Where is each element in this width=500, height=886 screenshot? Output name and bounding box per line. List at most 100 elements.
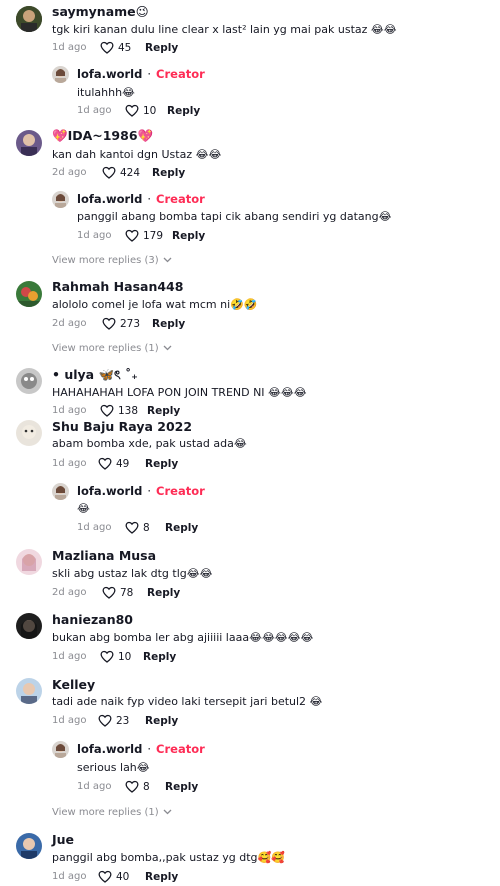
comment-time: 1d ago <box>52 42 87 53</box>
heart-icon <box>102 317 116 330</box>
like-button[interactable]: 8 <box>125 780 150 793</box>
comment-time: 1d ago <box>52 715 87 726</box>
commenter-name[interactable]: lofa.world · Creator <box>77 192 205 206</box>
like-button[interactable]: 179 <box>125 229 163 242</box>
reply-button[interactable]: Reply <box>165 522 198 534</box>
avatar[interactable] <box>16 833 42 859</box>
comment-time: 1d ago <box>52 405 87 416</box>
heart-icon <box>100 404 114 417</box>
like-count: 40 <box>116 870 130 883</box>
commenter-name[interactable]: lofa.world · Creator <box>77 484 205 498</box>
like-button[interactable]: 45 <box>100 41 131 54</box>
heart-icon <box>98 714 112 727</box>
like-button[interactable]: 10 <box>100 650 131 663</box>
avatar[interactable] <box>16 281 42 307</box>
avatar[interactable] <box>16 368 42 394</box>
avatar[interactable] <box>16 549 42 575</box>
commenter-name[interactable]: Shu Baju Raya 2022 <box>52 419 192 434</box>
reply-button[interactable]: Reply <box>145 715 178 727</box>
view-more-label: View more replies (1) <box>52 343 159 354</box>
like-button[interactable]: 10 <box>125 104 156 117</box>
like-count: 10 <box>143 104 157 117</box>
view-more-replies[interactable]: View more replies (3) <box>52 255 172 266</box>
view-more-replies[interactable]: View more replies (1) <box>52 343 172 354</box>
comment-text: panggil abg bomba,,pak ustaz yg dtg🥰🥰 <box>52 851 285 864</box>
avatar[interactable] <box>16 130 42 156</box>
creator-name[interactable]: lofa.world <box>77 742 142 756</box>
avatar[interactable] <box>16 420 42 446</box>
chevron-down-icon <box>163 255 172 266</box>
comment-text: serious lah😂 <box>77 761 150 774</box>
reply-button[interactable]: Reply <box>172 230 205 242</box>
creator-badge: Creator <box>156 742 205 756</box>
avatar[interactable] <box>16 613 42 639</box>
comment-time: 1d ago <box>52 651 87 662</box>
separator: · <box>147 484 152 498</box>
like-count: 45 <box>118 41 132 54</box>
avatar[interactable] <box>52 741 69 758</box>
like-button[interactable]: 8 <box>125 521 150 534</box>
comment-time: 1d ago <box>77 105 112 116</box>
commenter-name[interactable]: Kelley <box>52 677 95 692</box>
commenter-name[interactable]: saymyname😉 <box>52 4 149 19</box>
like-button[interactable]: 40 <box>98 870 129 883</box>
avatar[interactable] <box>52 483 69 500</box>
comment-time: 1d ago <box>52 458 87 469</box>
avatar[interactable] <box>52 191 69 208</box>
reply-button[interactable]: Reply <box>145 871 178 883</box>
comment-time: 1d ago <box>77 522 112 533</box>
separator: · <box>147 67 152 81</box>
reply-button[interactable]: Reply <box>167 105 200 117</box>
like-count: 8 <box>143 780 150 793</box>
like-count: 138 <box>118 404 139 417</box>
heart-icon <box>125 104 139 117</box>
like-button[interactable]: 49 <box>98 457 129 470</box>
commenter-name[interactable]: 💖IDA~1986💖 <box>52 128 153 144</box>
creator-badge: Creator <box>156 484 205 498</box>
avatar[interactable] <box>16 678 42 704</box>
commenter-name[interactable]: Mazliana Musa <box>52 548 156 563</box>
reply-button[interactable]: Reply <box>152 318 185 330</box>
like-button[interactable]: 78 <box>102 586 133 599</box>
like-button[interactable]: 424 <box>102 166 140 179</box>
reply-button[interactable]: Reply <box>152 167 185 179</box>
creator-name[interactable]: lofa.world <box>77 67 142 81</box>
comment-text: itulahhh😂 <box>77 86 135 99</box>
creator-name[interactable]: lofa.world <box>77 484 142 498</box>
reply-button[interactable]: Reply <box>145 458 178 470</box>
heart-icon <box>100 650 114 663</box>
comment-text: alololo comel je lofa wat mcm ni🤣🤣 <box>52 298 258 311</box>
comment-time: 1d ago <box>77 781 112 792</box>
like-count: 273 <box>120 317 141 330</box>
view-more-label: View more replies (1) <box>52 807 159 818</box>
like-count: 8 <box>143 521 150 534</box>
heart-icon <box>125 780 139 793</box>
commenter-name[interactable]: lofa.world · Creator <box>77 67 205 81</box>
comment-text: bukan abg bomba ler abg ajiiiii laaa😂😂😂😂… <box>52 631 314 644</box>
avatar[interactable] <box>16 6 42 32</box>
avatar[interactable] <box>52 66 69 83</box>
commenter-name[interactable]: • ulya 🦋ৎ ˚₊ <box>52 367 138 387</box>
commenter-name[interactable]: Jue <box>52 832 74 847</box>
creator-name[interactable]: lofa.world <box>77 192 142 206</box>
comment-text: panggil abang bomba tapi cik abang sendi… <box>77 210 392 223</box>
commenter-name[interactable]: haniezan80 <box>52 612 133 627</box>
view-more-replies[interactable]: View more replies (1) <box>52 807 172 818</box>
heart-icon <box>102 586 116 599</box>
reply-button[interactable]: Reply <box>147 587 180 599</box>
like-button[interactable]: 23 <box>98 714 129 727</box>
like-button[interactable]: 273 <box>102 317 140 330</box>
like-button[interactable]: 138 <box>100 404 138 417</box>
comment-text: tadi ade naik fyp video laki tersepit ja… <box>52 695 323 708</box>
reply-button[interactable]: Reply <box>143 651 176 663</box>
reply-button[interactable]: Reply <box>147 405 180 417</box>
comment-text: kan dah kantoi dgn Ustaz 😂😂 <box>52 148 222 161</box>
like-count: 49 <box>116 457 130 470</box>
heart-icon <box>125 521 139 534</box>
reply-button[interactable]: Reply <box>145 42 178 54</box>
commenter-name[interactable]: lofa.world · Creator <box>77 742 205 756</box>
reply-button[interactable]: Reply <box>165 781 198 793</box>
comment-time: 1d ago <box>52 871 87 882</box>
like-count: 10 <box>118 650 132 663</box>
commenter-name[interactable]: Rahmah Hasan448 <box>52 279 183 294</box>
